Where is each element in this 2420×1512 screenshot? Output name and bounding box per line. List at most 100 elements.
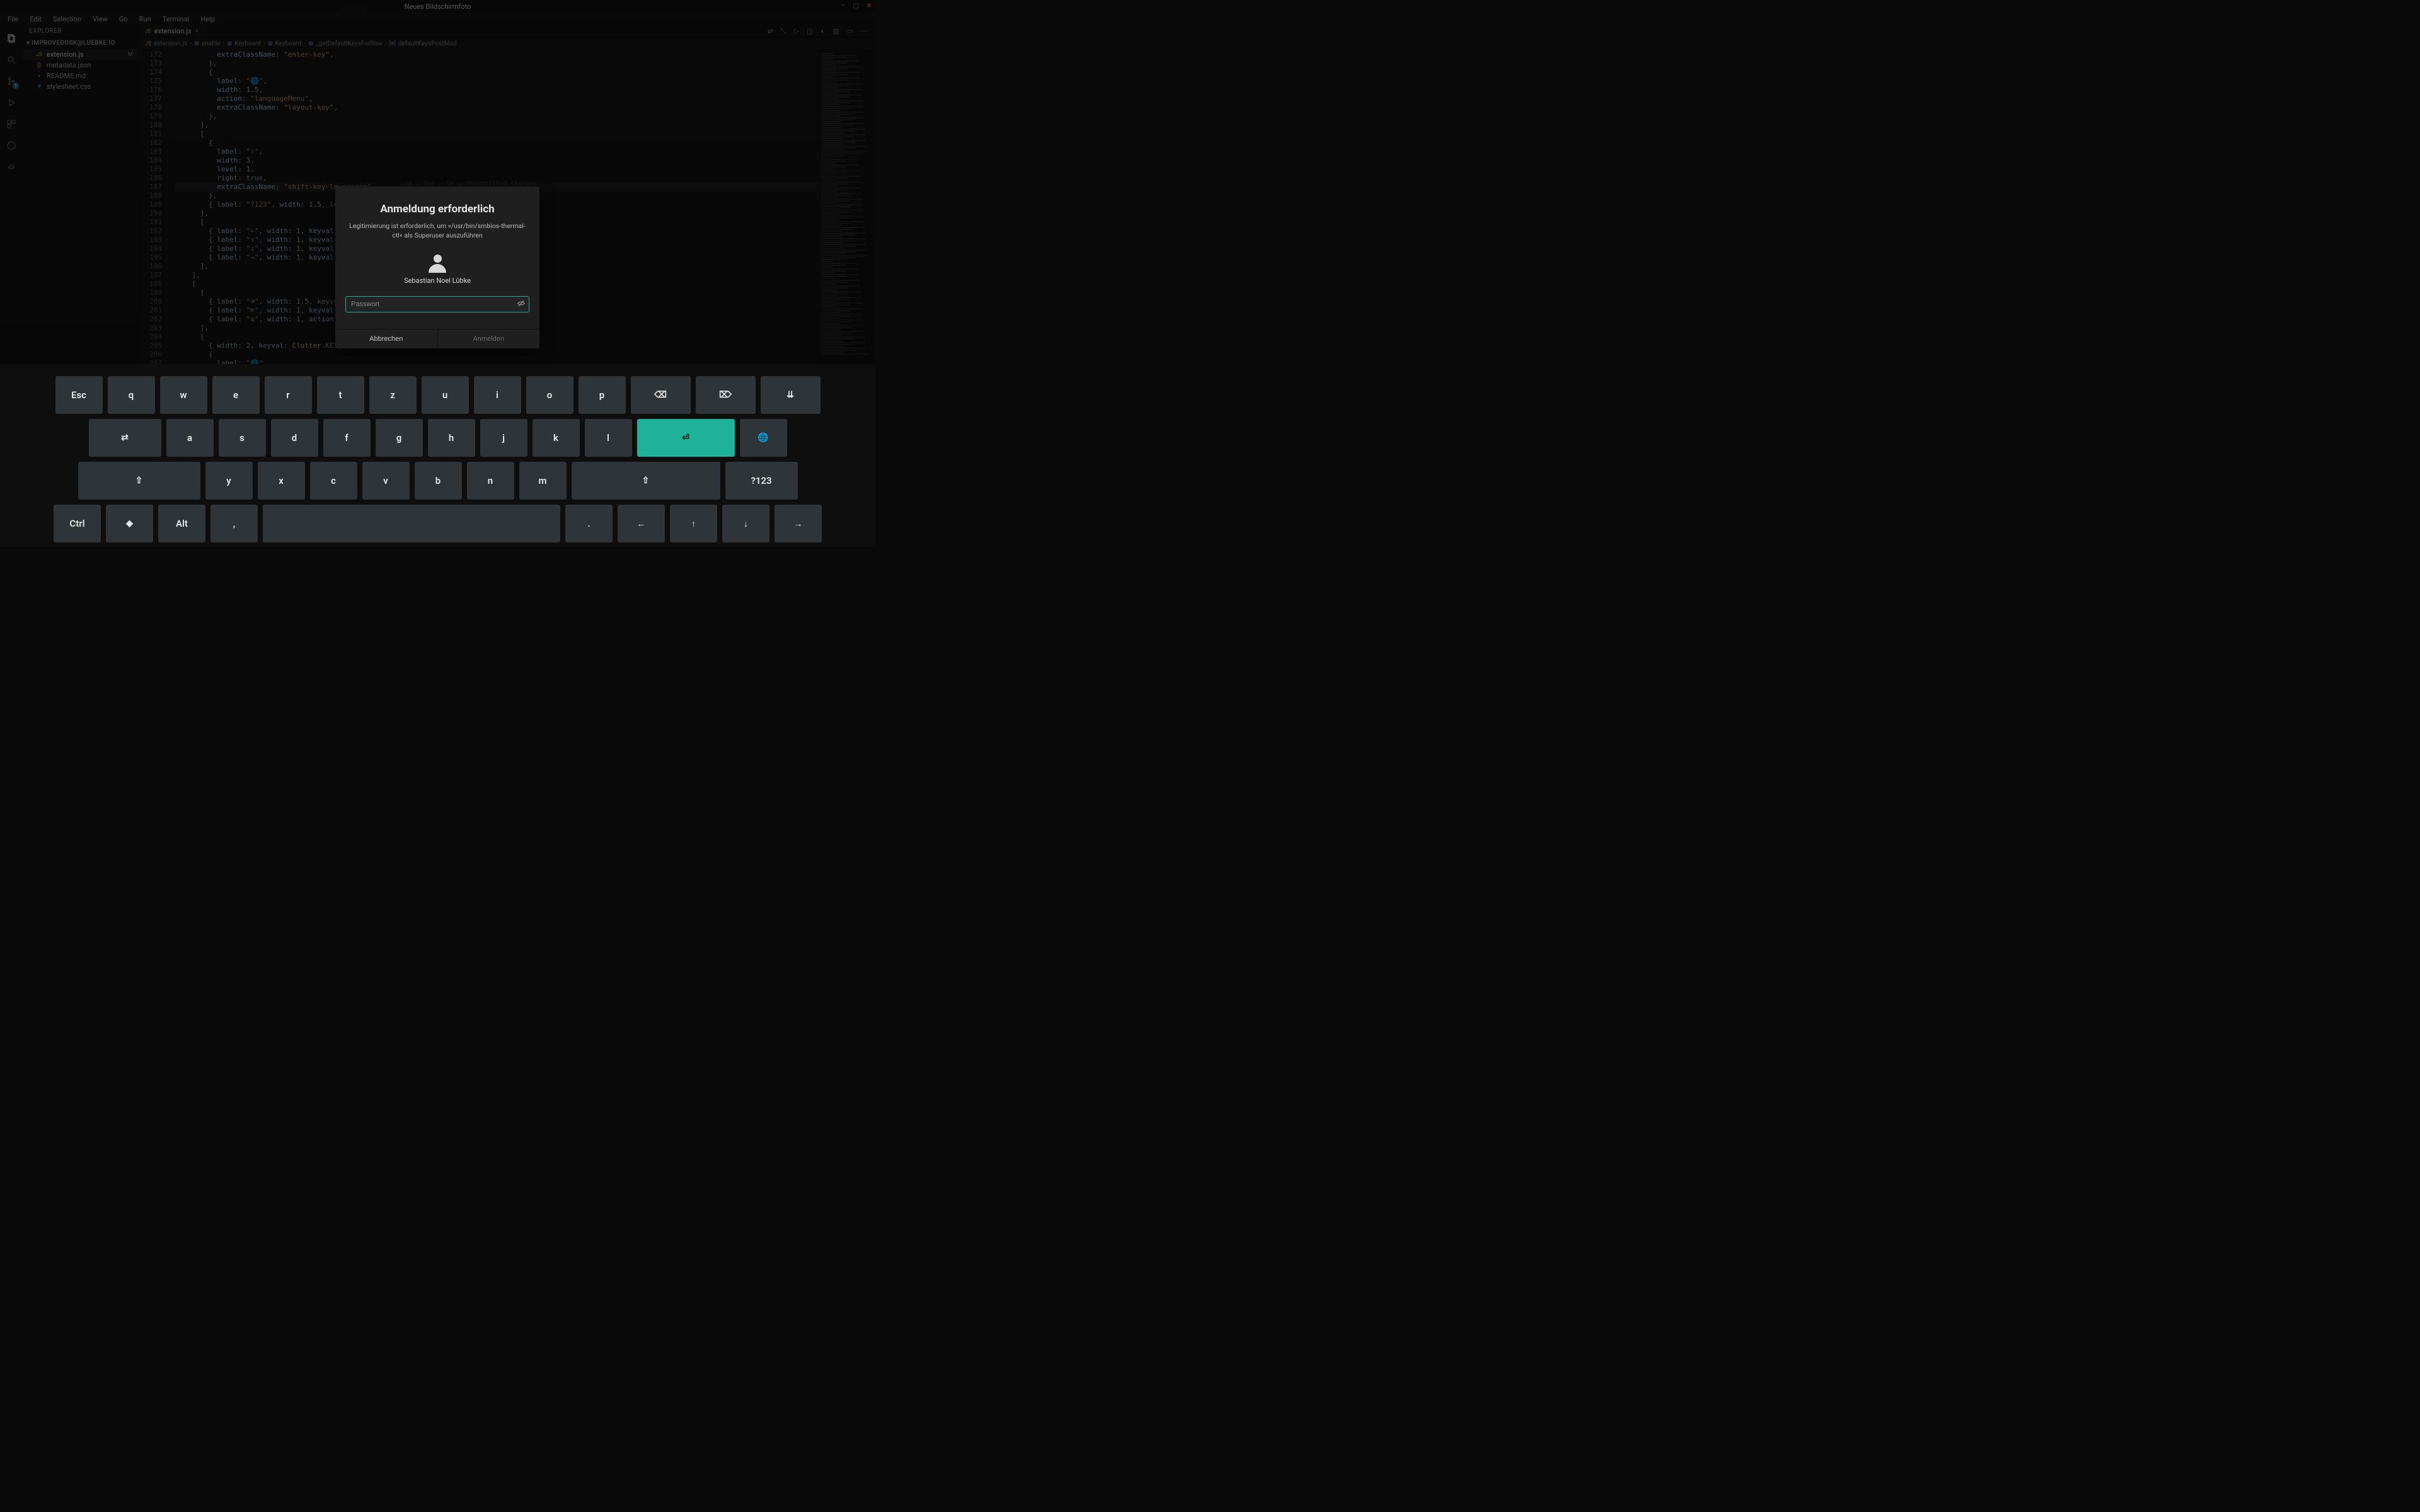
key-esc[interactable]: Esc	[55, 376, 103, 414]
file-item[interactable]: JSextension.jsM	[23, 49, 138, 60]
breadcrumb[interactable]: JSextension.js›⊞enable›⊞Keyboard›⊞Keyboa…	[139, 38, 875, 50]
layout-icon[interactable]: ▥	[833, 27, 839, 35]
toggle-icon[interactable]: ⤡	[781, 27, 786, 36]
key-y[interactable]: y	[205, 462, 253, 500]
key-⇧[interactable]: ⇧	[78, 462, 200, 500]
key-🌐[interactable]: 🌐	[740, 419, 787, 457]
breadcrumb-item[interactable]: _getDefaultKeysForRow	[316, 40, 383, 47]
key-label: h	[449, 432, 454, 444]
key-label: e	[233, 389, 238, 401]
file-item[interactable]: {}metadata.json	[23, 60, 138, 71]
key-g[interactable]: g	[376, 419, 423, 457]
key-space[interactable]	[263, 505, 560, 542]
key-label: ⌫	[654, 390, 667, 400]
toggle-password-visibility-icon[interactable]	[517, 299, 526, 310]
key-t[interactable]: t	[317, 376, 364, 414]
extensions-icon[interactable]	[6, 118, 17, 130]
key-◆[interactable]: ◆	[106, 505, 153, 542]
breadcrumb-item[interactable]: enable	[202, 40, 221, 47]
key-b[interactable]: b	[415, 462, 462, 500]
window-close-button[interactable]: ✕	[867, 3, 872, 9]
file-item[interactable]: #stylesheet.css	[23, 81, 138, 92]
explorer-icon[interactable]	[6, 33, 17, 44]
breadcrumb-item[interactable]: Keyboard	[234, 40, 261, 47]
key-.[interactable]: .	[565, 505, 613, 542]
breadcrumb-item[interactable]: defaultKeysPostMod	[398, 40, 457, 47]
key-z[interactable]: z	[369, 376, 417, 414]
key-⇊[interactable]: ⇊	[761, 376, 821, 414]
menu-go[interactable]: Go	[114, 14, 133, 25]
compare-icon[interactable]: ⇄	[768, 27, 773, 35]
key-k[interactable]: k	[533, 419, 580, 457]
tab-close-icon[interactable]: ×	[195, 28, 199, 35]
key-c[interactable]: c	[310, 462, 357, 500]
search-icon[interactable]	[6, 54, 17, 66]
keyboard-row: ⇧yxcvbnm⇧?123	[78, 462, 798, 500]
key-⌦[interactable]: ⌦	[696, 376, 756, 414]
submit-button[interactable]: Anmelden	[437, 329, 540, 348]
key-v[interactable]: v	[362, 462, 410, 500]
key-x[interactable]: x	[258, 462, 305, 500]
more-icon[interactable]: ⋯	[861, 27, 868, 35]
key-a[interactable]: a	[166, 419, 214, 457]
key-i[interactable]: i	[474, 376, 521, 414]
key-↓[interactable]: ↓	[722, 505, 769, 542]
key-f[interactable]: f	[323, 419, 371, 457]
menu-run[interactable]: Run	[134, 14, 156, 25]
source-control-icon[interactable]: 1	[6, 76, 17, 87]
key-m[interactable]: m	[519, 462, 567, 500]
key-label: q	[129, 389, 134, 401]
menu-selection[interactable]: Selection	[48, 14, 86, 25]
file-item[interactable]: ⭑README.md	[23, 71, 138, 81]
key-e[interactable]: e	[212, 376, 260, 414]
key-↑[interactable]: ↑	[670, 505, 717, 542]
menu-edit[interactable]: Edit	[25, 14, 47, 25]
menu-help[interactable]: Help	[195, 14, 220, 25]
menu-view[interactable]: View	[88, 14, 113, 25]
key-h[interactable]: h	[428, 419, 475, 457]
key-ctrl[interactable]: Ctrl	[54, 505, 101, 542]
key-⌫[interactable]: ⌫	[631, 376, 691, 414]
menu-file[interactable]: File	[3, 14, 23, 25]
breadcrumb-item[interactable]: Keyboard	[275, 40, 302, 47]
key-n[interactable]: n	[467, 462, 514, 500]
key-⏎[interactable]: ⏎	[637, 419, 735, 457]
breadcrumb-item[interactable]: extension.js	[154, 40, 187, 47]
breadcrumb-separator-icon: ›	[263, 40, 265, 47]
keyboard-row: ⇄asdf g h jkl⏎🌐	[89, 419, 787, 457]
key-←[interactable]: ←	[618, 505, 665, 542]
editor-tab[interactable]: JS extension.js ×	[139, 25, 205, 37]
key-u[interactable]: u	[422, 376, 469, 414]
workspace-folder[interactable]: IMPROVEDOSK@LUEBKE.IO	[23, 38, 138, 49]
account-icon[interactable]	[6, 140, 17, 151]
run-debug-icon[interactable]	[6, 97, 17, 108]
run-icon[interactable]: ▷	[794, 27, 799, 35]
key-l[interactable]: l	[585, 419, 632, 457]
key-w[interactable]: w	[160, 376, 207, 414]
key-j[interactable]: j	[480, 419, 527, 457]
window-maximize-button[interactable]: ▢	[853, 3, 858, 9]
split-icon[interactable]: ◫	[807, 27, 813, 35]
menu-terminal[interactable]: Terminal	[158, 14, 195, 25]
key-alt[interactable]: Alt	[158, 505, 205, 542]
key-s[interactable]: s	[219, 419, 266, 457]
key-p[interactable]: p	[579, 376, 626, 414]
key-o[interactable]: o	[526, 376, 573, 414]
key-r[interactable]: r	[265, 376, 312, 414]
key-label: g	[396, 432, 402, 444]
menubar: FileEditSelectionViewGoRunTerminalHelp	[0, 13, 875, 25]
key-d[interactable]: d	[271, 419, 318, 457]
cancel-button[interactable]: Abbrechen	[335, 329, 437, 348]
theme-icon[interactable]: ◐	[821, 27, 826, 35]
key-⇧[interactable]: ⇧	[572, 462, 720, 500]
window-minimize-button[interactable]: –	[841, 3, 846, 9]
key-,[interactable]: ,	[210, 505, 258, 542]
key-→[interactable]: →	[775, 505, 822, 542]
password-input[interactable]	[345, 296, 529, 312]
panel-icon[interactable]: ▭	[847, 27, 853, 35]
key-q[interactable]: q	[108, 376, 155, 414]
key-?123[interactable]: ?123	[725, 462, 798, 500]
key-⇄[interactable]: ⇄	[89, 419, 161, 457]
copilot-icon[interactable]	[6, 161, 17, 173]
key-label: n	[488, 475, 493, 486]
